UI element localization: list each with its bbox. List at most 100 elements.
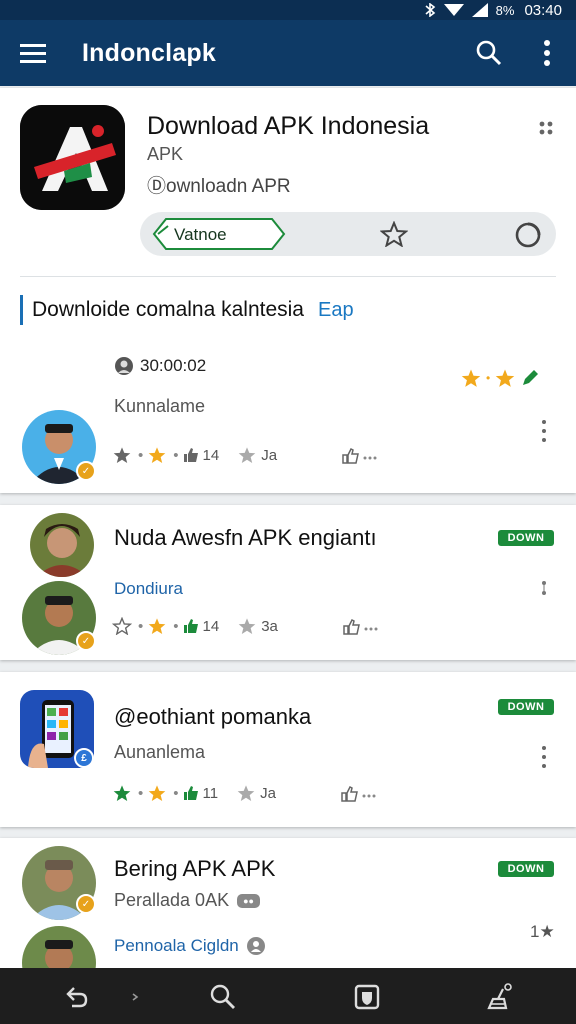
list-item[interactable]: Nuda Awesfn APK engiantı DOWN Dondiura ✓…: [0, 505, 576, 660]
star-icon: [461, 369, 481, 387]
status-time: 03:40: [524, 1, 562, 19]
app-title: Indonclapk: [82, 38, 216, 67]
circle-icon: [515, 222, 541, 248]
search-icon: [210, 984, 235, 1009]
bluetooth-icon: [425, 3, 435, 17]
item-subtitle: Perallada 0AK: [114, 890, 230, 910]
star-gray-icon: [238, 447, 256, 463]
list-item[interactable]: £ @eothiant pomanka DOWN Aunanlema • • 1…: [0, 672, 576, 827]
shield-icon: [354, 984, 380, 1010]
favorite-button[interactable]: [379, 220, 409, 252]
star-gray-icon: [237, 785, 255, 801]
item-title[interactable]: @eothiant pomanka: [114, 704, 311, 730]
verified-badge: ✓: [76, 461, 96, 481]
search-button[interactable]: [460, 20, 518, 86]
item-link-row: Pennoala Cigldn: [114, 936, 265, 956]
progress-button[interactable]: [514, 221, 542, 254]
item-name: Kunnalame: [114, 396, 206, 416]
verified-badge: ✓: [76, 631, 96, 651]
version-tag-label: Vatnoe: [174, 225, 227, 244]
item-timer-text: 30:00:02: [140, 356, 207, 375]
divider: [20, 276, 556, 277]
section-title: Downloide comalna kalntesia: [32, 298, 304, 321]
item-likes: 14: [202, 617, 220, 635]
hourglass-icon: [538, 579, 550, 599]
signal-icon: [471, 3, 488, 17]
download-badge[interactable]: DOWN: [498, 699, 554, 715]
thumb-up-icon: [183, 786, 198, 800]
star-gray-icon: [238, 618, 256, 634]
search-icon: [476, 40, 502, 66]
more-button[interactable]: [518, 20, 576, 86]
back-icon: [66, 987, 88, 1008]
featured-card: Download APK Indonesia APK Ⓓownloadn APR…: [0, 88, 576, 493]
star-icon: [148, 618, 166, 634]
pen-icon: [523, 370, 539, 385]
item-stats: • • 14 3a: [112, 617, 390, 635]
app-logo-icon: [20, 105, 125, 210]
item-link[interactable]: Dondiura: [114, 579, 183, 599]
featured-download-label[interactable]: Ⓓownloadn APR: [147, 171, 291, 198]
star-icon: [495, 369, 515, 387]
drag-handle-icon: [539, 121, 553, 135]
download-badge[interactable]: DOWN: [498, 530, 554, 546]
back-button[interactable]: [62, 982, 92, 1012]
menu-icon: [20, 44, 46, 63]
drag-handle-button[interactable]: [536, 118, 556, 138]
app-logo[interactable]: [20, 105, 125, 210]
section-header: Downloide comalna kalntesia Eap: [20, 295, 354, 325]
item-subtitle-row: Perallada 0AK ●●: [114, 890, 260, 911]
item-menu-button[interactable]: [534, 418, 554, 444]
version-tag[interactable]: Vatnoe: [152, 217, 286, 251]
avatar[interactable]: [30, 513, 94, 577]
chevron-right-icon: [132, 993, 139, 1001]
featured-subtitle: APK: [147, 144, 184, 164]
more-vert-icon: [544, 40, 550, 66]
verified-badge: ✓: [76, 894, 96, 914]
item-rating: Ja: [261, 446, 278, 464]
item-likes: 14: [202, 446, 220, 464]
star-outline-icon: [379, 220, 409, 248]
action-pill-bar: Vatnoe: [140, 212, 556, 256]
item-rating: Ja: [260, 784, 276, 802]
forward-button[interactable]: [120, 982, 150, 1012]
section-link[interactable]: Eap: [318, 299, 354, 322]
download-badge[interactable]: DOWN: [498, 861, 554, 877]
battery-text: 8%: [495, 2, 515, 18]
featured-title[interactable]: Download APK Indonesia: [147, 112, 429, 141]
timer-avatar-icon: [115, 357, 133, 375]
star-icon: [147, 446, 167, 464]
item-menu-button[interactable]: [534, 744, 554, 770]
search-nav-button[interactable]: [208, 982, 238, 1012]
wifi-icon: [443, 4, 464, 16]
list-item[interactable]: ✓ Bering APK APK DOWN Perallada 0AK ●● P…: [0, 838, 576, 1000]
item-likes: 11: [202, 784, 219, 802]
subtitle-tag: ●●: [237, 893, 260, 908]
clean-button[interactable]: [486, 982, 516, 1012]
app-bar: Indonclapk: [0, 20, 576, 86]
star-green-icon: [113, 785, 131, 801]
item-rating: 3a: [261, 617, 278, 635]
bottom-nav-bar: [0, 968, 576, 1024]
item-stats: • • 11 Ja: [112, 784, 388, 802]
broom-icon: [487, 983, 512, 1010]
item-title[interactable]: Bering APK APK: [114, 856, 275, 882]
shield-button[interactable]: [352, 982, 382, 1012]
item-title[interactable]: Nuda Awesfn APK engiantı: [114, 525, 377, 551]
rating-stars-top: •: [460, 368, 540, 388]
share-thumb-icon: [341, 785, 376, 802]
share-thumb-icon: [343, 618, 378, 635]
person-icon: [246, 937, 265, 955]
star-outline-icon: [112, 617, 132, 635]
star-gray-icon: [112, 446, 132, 464]
share-thumb-icon: [342, 447, 377, 464]
thumb-up-icon: [183, 619, 198, 633]
star-icon: [148, 785, 166, 801]
status-icons: 8%: [424, 2, 515, 18]
item-timer: 30:00:02: [114, 356, 206, 376]
info-badge: £: [74, 748, 94, 768]
item-link[interactable]: Pennoala Cigldn: [114, 936, 239, 956]
menu-button[interactable]: [0, 20, 66, 86]
thumb-up-icon: [183, 448, 198, 462]
item-name: Aunanlema: [114, 742, 206, 762]
